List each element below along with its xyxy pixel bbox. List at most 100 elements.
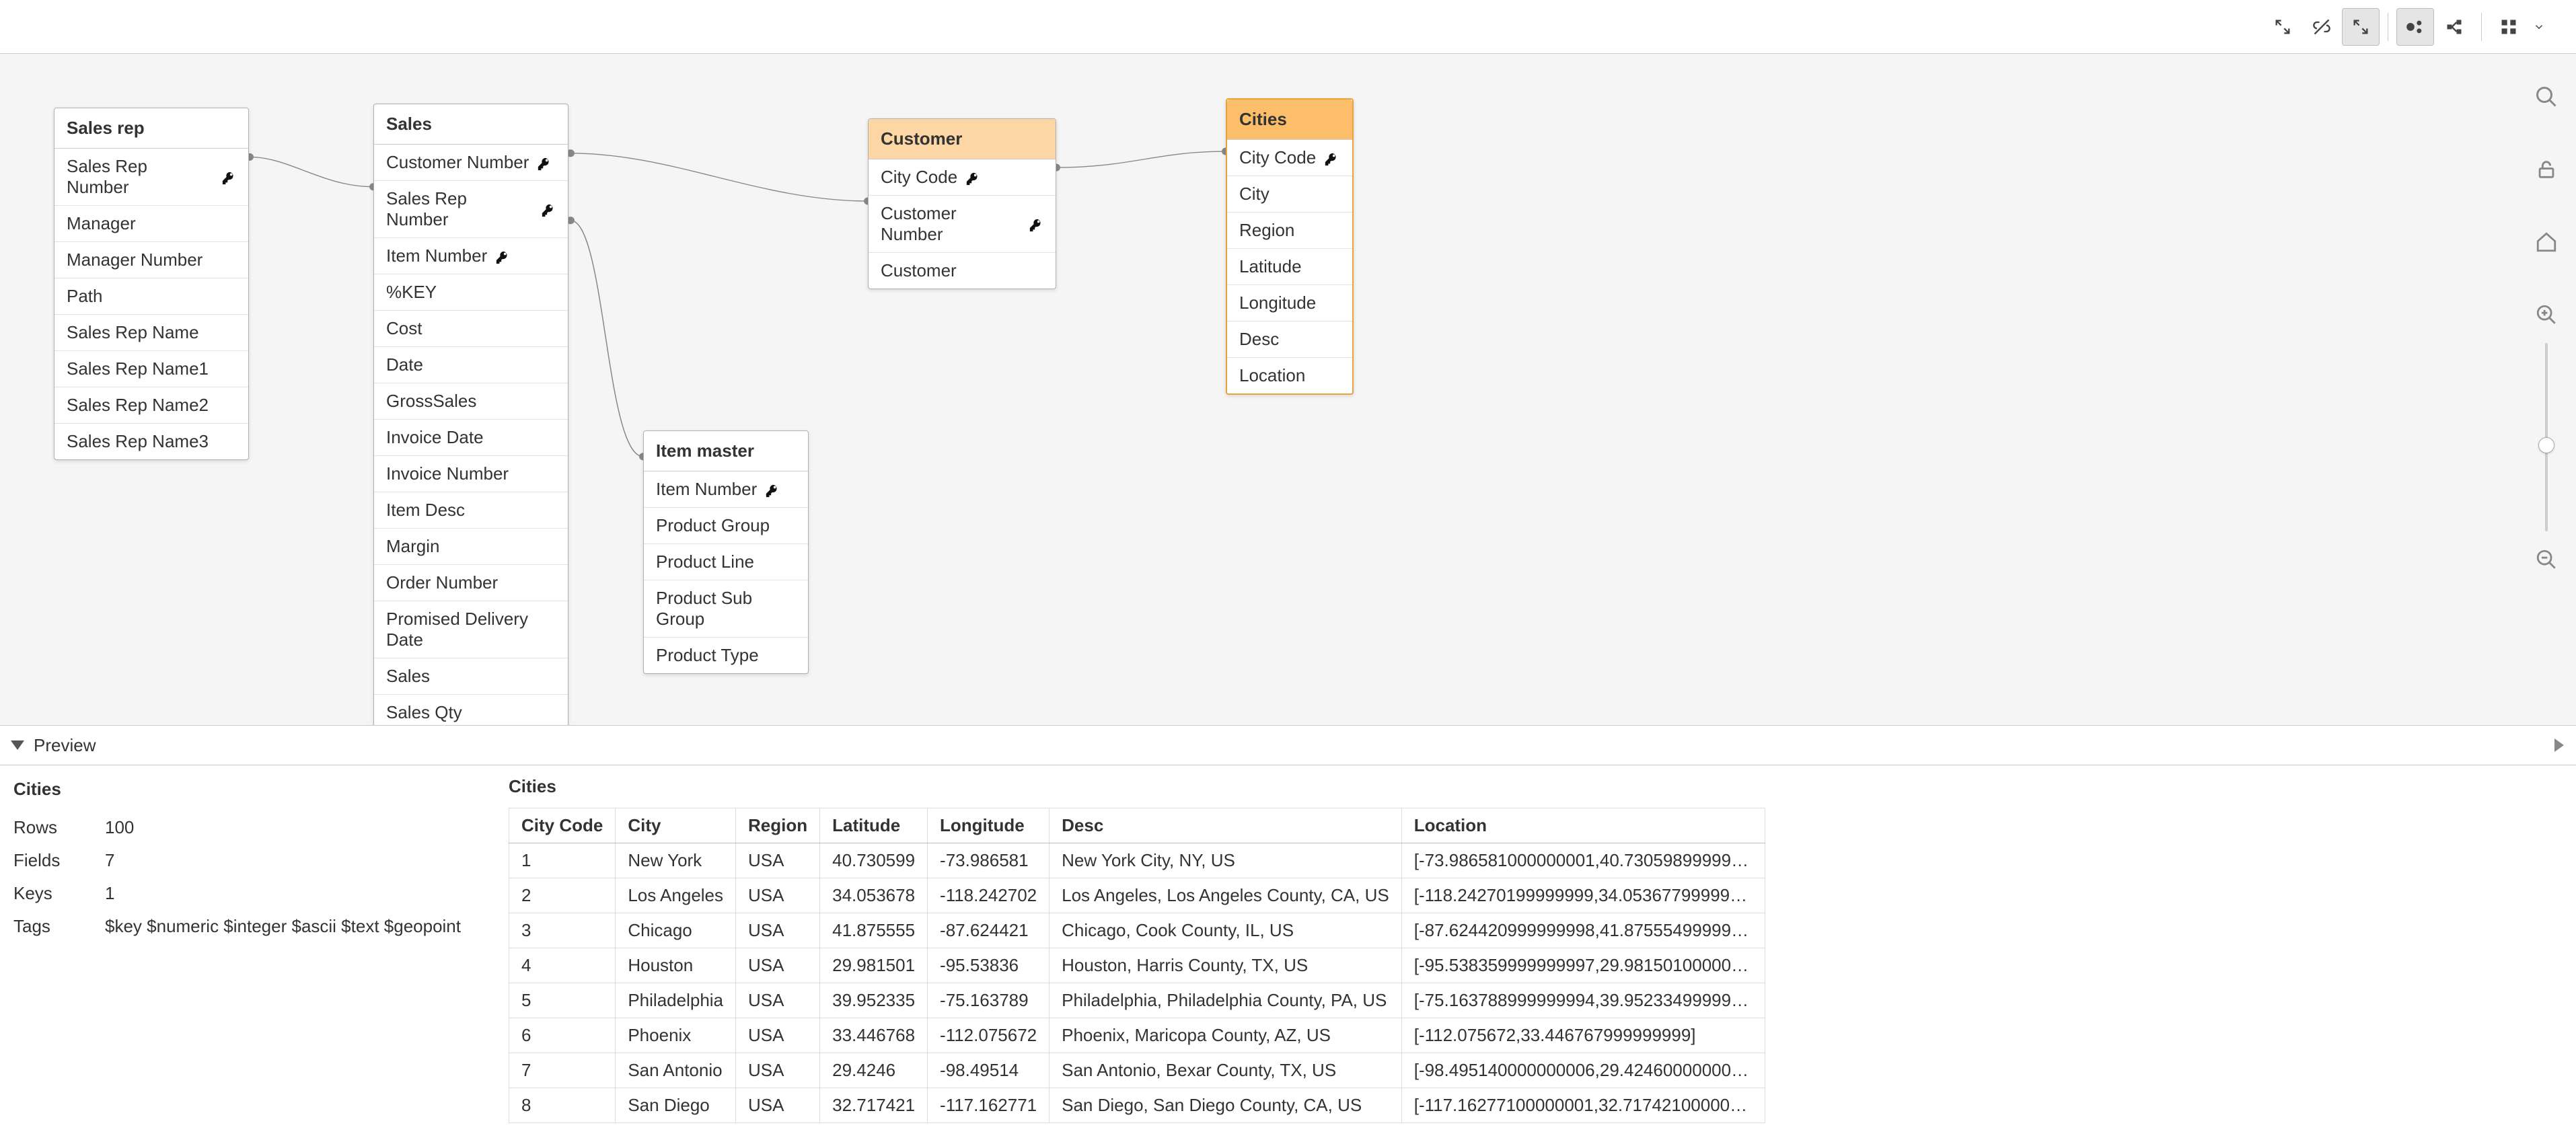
- zoom-in-button[interactable]: [2530, 299, 2563, 331]
- field-label: Latitude: [1239, 256, 1302, 277]
- preview-meta-title: Cities: [13, 779, 491, 800]
- entity-field[interactable]: Sales: [374, 658, 568, 695]
- preview-data-table[interactable]: City CodeCityRegionLatitudeLongitudeDesc…: [509, 808, 1765, 1123]
- table-cell: USA: [736, 843, 820, 878]
- entity-field[interactable]: Product Group: [644, 508, 808, 544]
- expand-all-icon: [2351, 17, 2370, 36]
- table-row[interactable]: 2Los AngelesUSA34.053678-118.242702Los A…: [509, 878, 1765, 913]
- source-table-viewer-button[interactable]: [2435, 8, 2473, 46]
- entity-field[interactable]: Sales Rep Number: [54, 149, 248, 206]
- entity-field[interactable]: Customer Number: [869, 196, 1056, 253]
- entity-field[interactable]: Desc: [1227, 321, 1352, 358]
- field-label: City Code: [1239, 147, 1316, 168]
- table-row[interactable]: 8San DiegoUSA32.717421-117.162771San Die…: [509, 1088, 1765, 1123]
- entity-sales-rep[interactable]: Sales rep Sales Rep NumberManagerManager…: [54, 108, 249, 460]
- entity-field[interactable]: %KEY: [374, 274, 568, 311]
- column-header[interactable]: Latitude: [820, 808, 928, 843]
- entity-field[interactable]: City: [1227, 176, 1352, 213]
- field-label: Item Number: [656, 479, 757, 500]
- entity-field[interactable]: Product Sub Group: [644, 580, 808, 638]
- key-icon: [541, 202, 556, 217]
- table-row[interactable]: 1New YorkUSA40.730599-73.986581New York …: [509, 843, 1765, 878]
- field-label: Sales Rep Name: [67, 322, 199, 343]
- meta-value: 1: [105, 883, 114, 904]
- table-row[interactable]: 7San AntonioUSA29.4246-98.49514San Anton…: [509, 1053, 1765, 1088]
- entity-field[interactable]: Promised Delivery Date: [374, 601, 568, 658]
- entity-field[interactable]: GrossSales: [374, 383, 568, 420]
- unlock-button[interactable]: [2530, 153, 2563, 186]
- entity-field[interactable]: Region: [1227, 213, 1352, 249]
- entity-field[interactable]: Manager Number: [54, 242, 248, 278]
- column-header[interactable]: Location: [1401, 808, 1765, 843]
- table-cell: -75.163789: [928, 983, 1050, 1018]
- table-cell: 7: [509, 1053, 616, 1088]
- entity-fields: Item NumberProduct GroupProduct LineProd…: [644, 471, 808, 673]
- column-header[interactable]: City Code: [509, 808, 616, 843]
- preview-panel: Cities Rows100 Fields7 Keys1 Tags$key $n…: [0, 765, 2576, 1142]
- entity-field[interactable]: Longitude: [1227, 285, 1352, 321]
- grid-layout-caret[interactable]: [2529, 21, 2549, 33]
- column-header[interactable]: Region: [736, 808, 820, 843]
- table-cell: 1: [509, 843, 616, 878]
- table-cell: 32.717421: [820, 1088, 928, 1123]
- entity-field[interactable]: Path: [54, 278, 248, 315]
- field-label: Desc: [1239, 329, 1279, 350]
- entity-field[interactable]: City Code: [869, 159, 1056, 196]
- preview-toggle[interactable]: Preview: [0, 725, 2576, 765]
- entity-field[interactable]: Sales Qty: [374, 695, 568, 725]
- entity-field[interactable]: Invoice Number: [374, 456, 568, 492]
- entity-field[interactable]: Customer Number: [374, 145, 568, 181]
- entity-field[interactable]: Margin: [374, 529, 568, 565]
- field-label: Region: [1239, 220, 1294, 241]
- home-button[interactable]: [2530, 226, 2563, 258]
- entity-field[interactable]: Latitude: [1227, 249, 1352, 285]
- table-row[interactable]: 4HoustonUSA29.981501-95.53836Houston, Ha…: [509, 948, 1765, 983]
- table-cell: 33.446768: [820, 1018, 928, 1053]
- entity-item-master[interactable]: Item master Item NumberProduct GroupProd…: [643, 430, 809, 674]
- entity-field[interactable]: Sales Rep Name2: [54, 387, 248, 424]
- entity-field[interactable]: Item Number: [374, 238, 568, 274]
- table-cell: 4: [509, 948, 616, 983]
- entity-field[interactable]: Sales Rep Name3: [54, 424, 248, 459]
- entity-cities[interactable]: Cities City CodeCityRegionLatitudeLongit…: [1226, 98, 1354, 395]
- entity-field[interactable]: Manager: [54, 206, 248, 242]
- field-label: Product Group: [656, 515, 770, 536]
- entity-field[interactable]: Date: [374, 347, 568, 383]
- zoom-slider[interactable]: [2545, 343, 2548, 531]
- expand-all-button[interactable]: [2342, 8, 2380, 46]
- entity-field[interactable]: Cost: [374, 311, 568, 347]
- entity-customer[interactable]: Customer City CodeCustomer NumberCustome…: [868, 118, 1056, 289]
- unlink-button[interactable]: [2303, 8, 2341, 46]
- column-header[interactable]: Longitude: [928, 808, 1050, 843]
- collapse-all-button[interactable]: [2264, 8, 2302, 46]
- zoom-slider-thumb[interactable]: [2538, 437, 2554, 453]
- table-row[interactable]: 3ChicagoUSA41.875555-87.624421Chicago, C…: [509, 913, 1765, 948]
- entity-field[interactable]: Sales Rep Name1: [54, 351, 248, 387]
- key-icon: [495, 249, 510, 264]
- column-header[interactable]: City: [616, 808, 736, 843]
- chevron-right-icon[interactable]: [2554, 738, 2564, 752]
- zoom-out-button[interactable]: [2530, 543, 2563, 576]
- entity-field[interactable]: Location: [1227, 358, 1352, 393]
- column-header[interactable]: Desc: [1050, 808, 1402, 843]
- grid-layout-button[interactable]: [2490, 8, 2528, 46]
- entity-field[interactable]: Product Line: [644, 544, 808, 580]
- entity-sales[interactable]: Sales Customer NumberSales Rep NumberIte…: [373, 104, 568, 725]
- internal-table-viewer-button[interactable]: [2396, 8, 2434, 46]
- zoom-out-icon: [2535, 548, 2558, 571]
- table-row[interactable]: 6PhoenixUSA33.446768-112.075672Phoenix, …: [509, 1018, 1765, 1053]
- entity-field[interactable]: Item Desc: [374, 492, 568, 529]
- entity-field[interactable]: Order Number: [374, 565, 568, 601]
- table-row[interactable]: 5PhiladelphiaUSA39.952335-75.163789Phila…: [509, 983, 1765, 1018]
- entity-field[interactable]: Item Number: [644, 471, 808, 508]
- search-button[interactable]: [2530, 81, 2563, 113]
- collapse-all-icon: [2273, 17, 2292, 36]
- entity-field[interactable]: Sales Rep Number: [374, 181, 568, 238]
- entity-field[interactable]: Product Type: [644, 638, 808, 673]
- entity-field[interactable]: Sales Rep Name: [54, 315, 248, 351]
- entity-field[interactable]: Invoice Date: [374, 420, 568, 456]
- entity-field[interactable]: Customer: [869, 253, 1056, 289]
- data-model-canvas[interactable]: Sales rep Sales Rep NumberManagerManager…: [0, 54, 2576, 725]
- entity-field[interactable]: City Code: [1227, 140, 1352, 176]
- table-cell: -73.986581: [928, 843, 1050, 878]
